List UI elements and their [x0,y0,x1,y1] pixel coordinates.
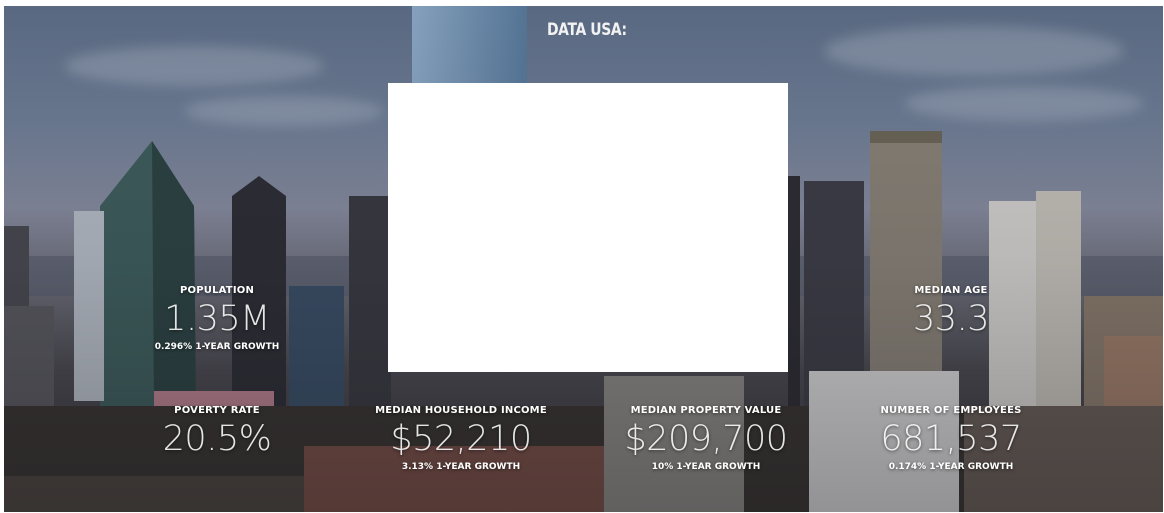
stat-label: POPULATION [179,285,255,296]
stat-growth: 10% 1-YEAR GROWTH [651,462,761,472]
stat-poverty-rate: POVERTY RATE 20.5% [97,405,337,459]
data-usa-logo[interactable]: DATA USA: [547,20,627,40]
stat-value: 20.5% [162,419,272,459]
stat-value: 33.3 [913,299,989,339]
stat-growth: 0.296% 1-YEAR GROWTH [154,342,280,352]
stat-median-property-value: MEDIAN PROPERTY VALUE $209,700 10% 1-YEA… [586,405,826,472]
stat-label: MEDIAN AGE [914,285,988,296]
stat-label: MEDIAN HOUSEHOLD INCOME [375,405,547,416]
stat-number-of-employees: NUMBER OF EMPLOYEES 681,537 0.174% 1-YEA… [831,405,1071,472]
stat-growth: 3.13% 1-YEAR GROWTH [401,462,521,472]
stat-value: $52,210 [390,419,532,459]
stat-value: 1.35M [164,299,270,339]
stat-label: MEDIAN PROPERTY VALUE [630,405,782,416]
stat-value: 681,537 [880,419,1022,459]
blank-overlay-panel [388,83,788,372]
stat-median-household-income: MEDIAN HOUSEHOLD INCOME $52,210 3.13% 1-… [341,405,581,472]
stat-label: POVERTY RATE [174,405,260,416]
stat-value: $209,700 [624,419,788,459]
stat-label: NUMBER OF EMPLOYEES [880,405,1022,416]
stat-population: POPULATION 1.35M 0.296% 1-YEAR GROWTH [97,285,337,352]
stat-median-age: MEDIAN AGE 33.3 [831,285,1071,339]
stat-growth: 0.174% 1-YEAR GROWTH [888,462,1014,472]
hero-banner: DATA USA: POPULATION 1.35M 0.296% 1-YEAR… [4,6,1163,512]
